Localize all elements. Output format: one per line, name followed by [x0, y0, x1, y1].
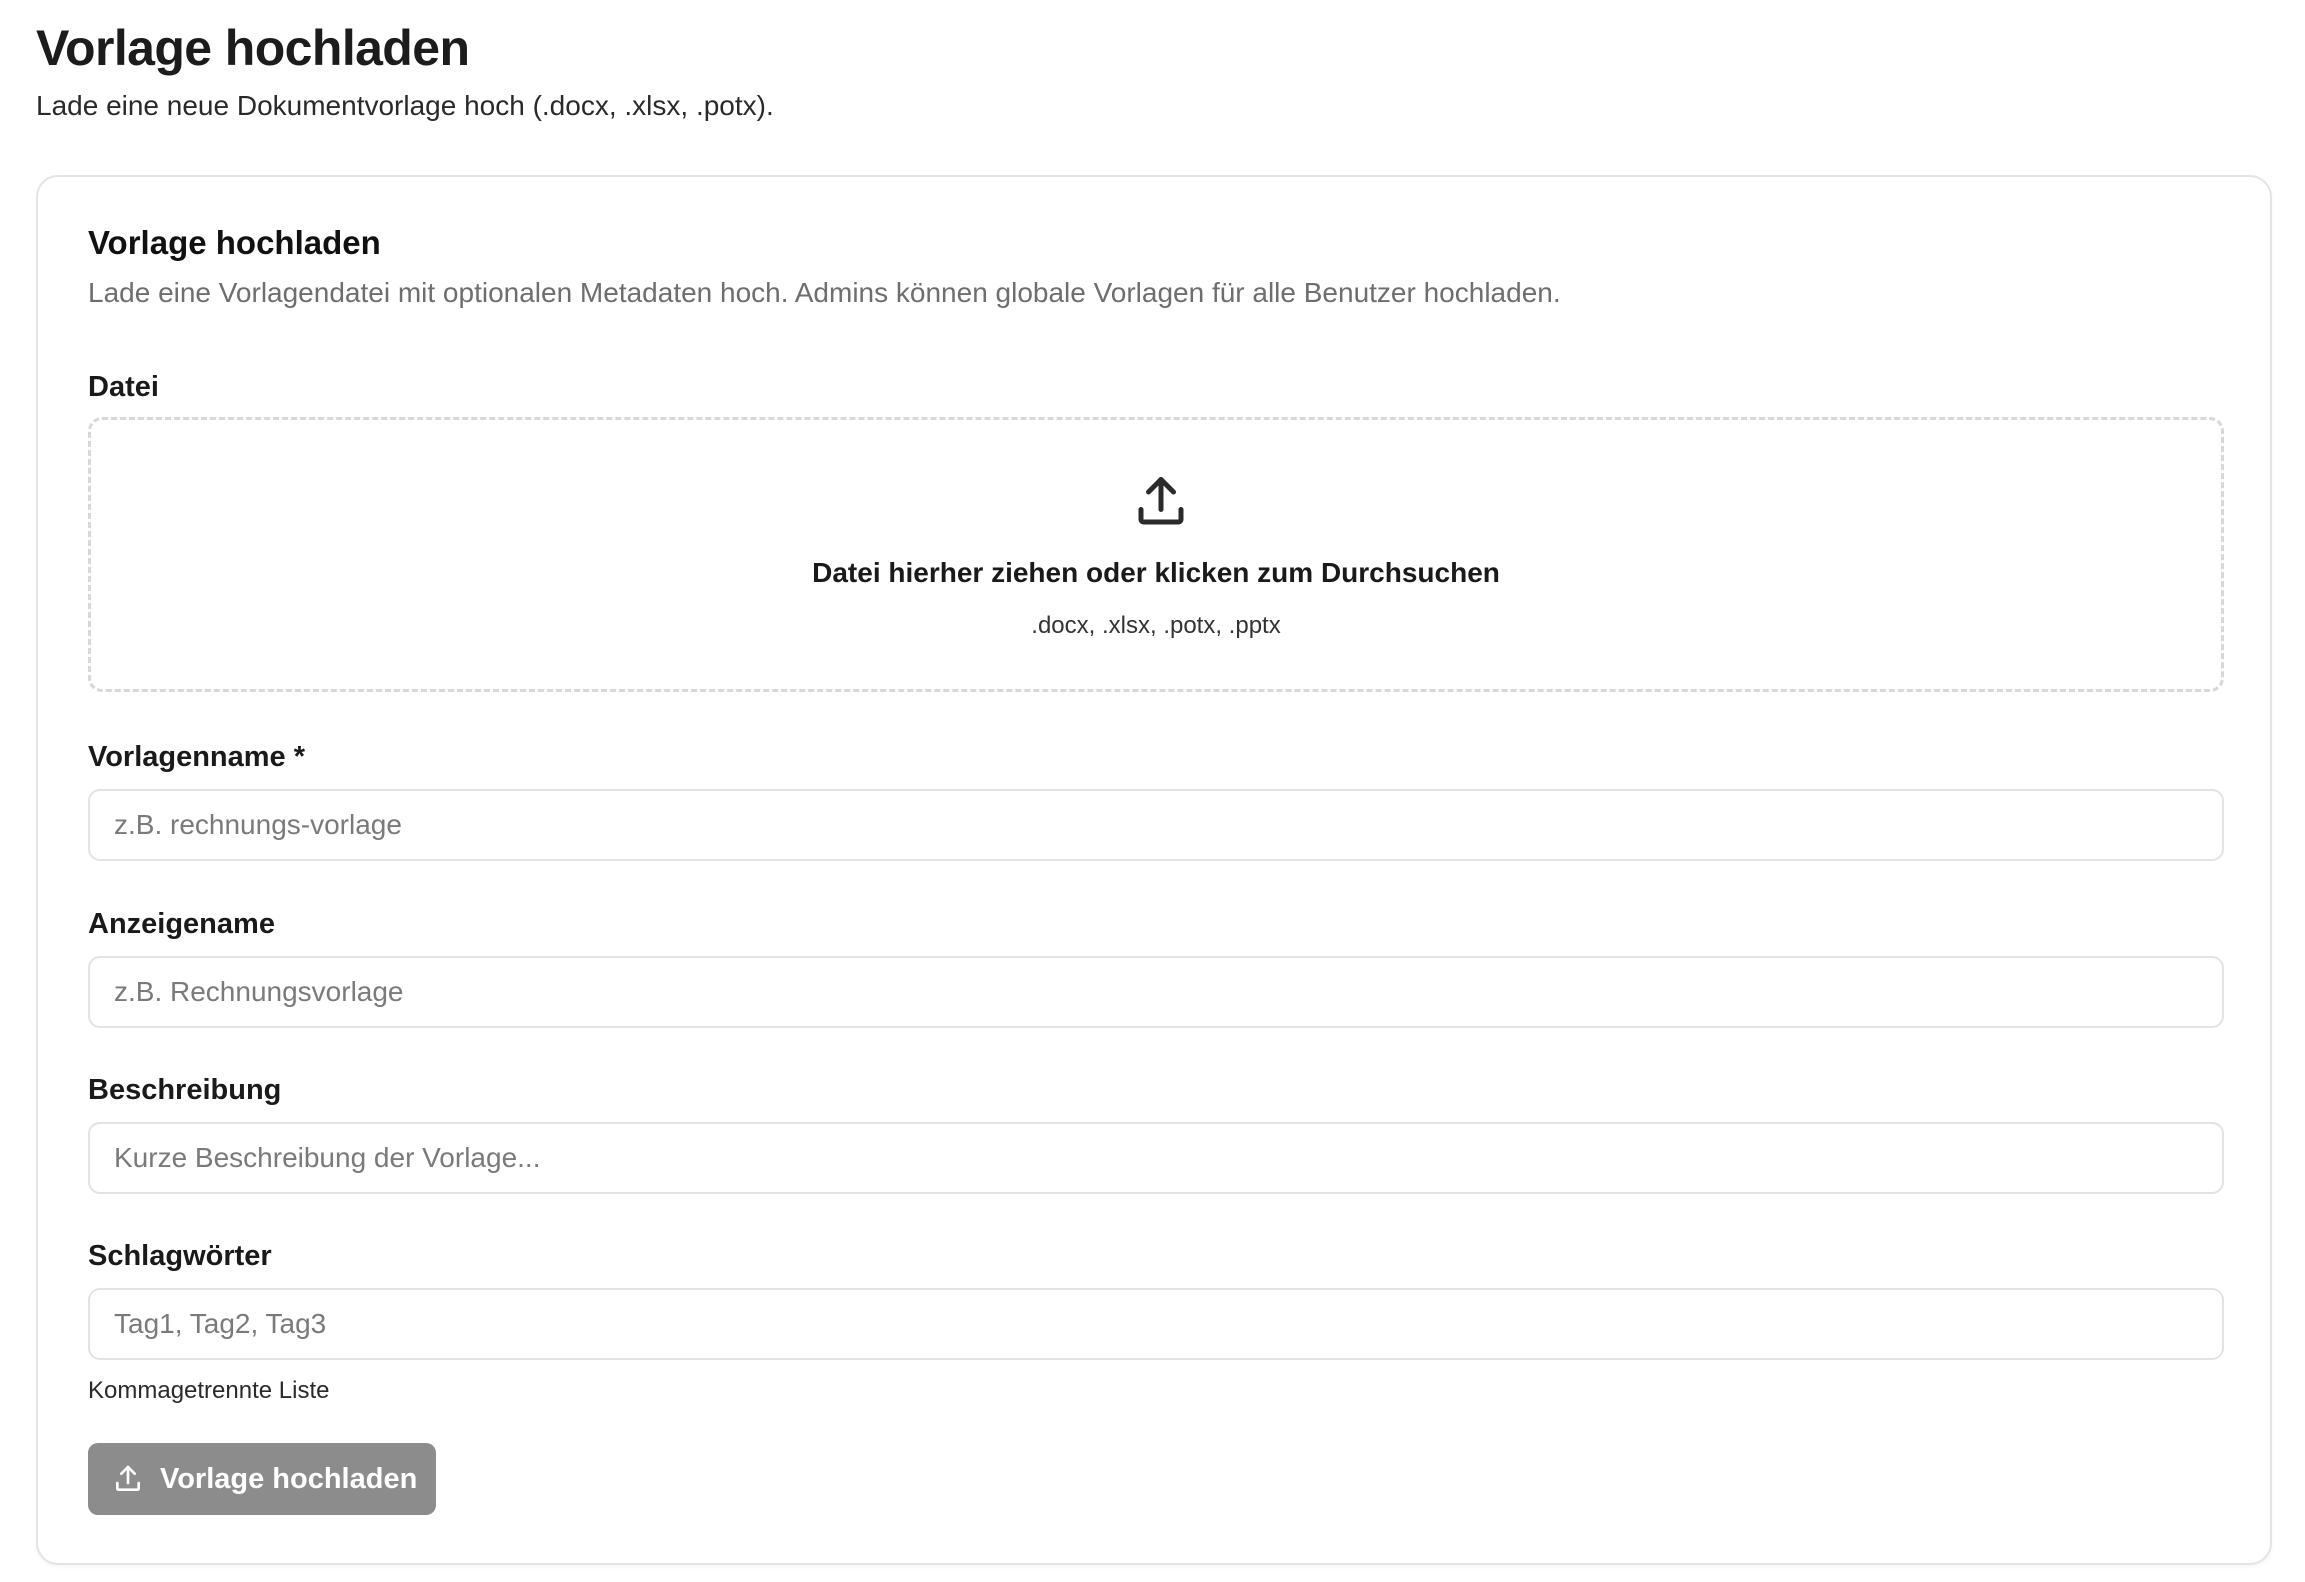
display-name-label: Anzeigename	[88, 908, 275, 940]
dropzone-file-types: .docx, .xlsx, .potx, .pptx	[1031, 612, 1281, 639]
card-title: Vorlage hochladen	[88, 224, 381, 261]
page-title: Vorlage hochladen	[36, 20, 470, 76]
upload-template-button[interactable]: Vorlage hochladen	[88, 1443, 436, 1515]
card-description: Lade eine Vorlagendatei mit optionalen M…	[88, 277, 1561, 308]
upload-card: Vorlage hochladen Lade eine Vorlagendate…	[36, 175, 2272, 1565]
description-label: Beschreibung	[88, 1074, 282, 1106]
tags-input[interactable]	[88, 1288, 2224, 1360]
upload-icon	[116, 1465, 140, 1491]
tags-helper-text: Kommagetrennte Liste	[88, 1377, 330, 1404]
file-dropzone[interactable]: Datei hierher ziehen oder klicken zum Du…	[88, 417, 2224, 692]
description-input[interactable]	[88, 1122, 2224, 1194]
page-subtitle: Lade eine neue Dokumentvorlage hoch (.do…	[36, 90, 774, 121]
template-name-input[interactable]	[88, 789, 2224, 861]
dropzone-title: Datei hierher ziehen oder klicken zum Du…	[812, 557, 1500, 588]
upload-icon	[1138, 477, 1184, 525]
file-label: Datei	[88, 371, 159, 403]
upload-template-page: Vorlage hochladen Lade eine neue Dokumen…	[0, 0, 2305, 1582]
tags-label: Schlagwörter	[88, 1240, 272, 1272]
display-name-input[interactable]	[88, 956, 2224, 1028]
template-name-label: Vorlagenname *	[88, 741, 306, 773]
upload-button-label: Vorlage hochladen	[160, 1462, 418, 1495]
